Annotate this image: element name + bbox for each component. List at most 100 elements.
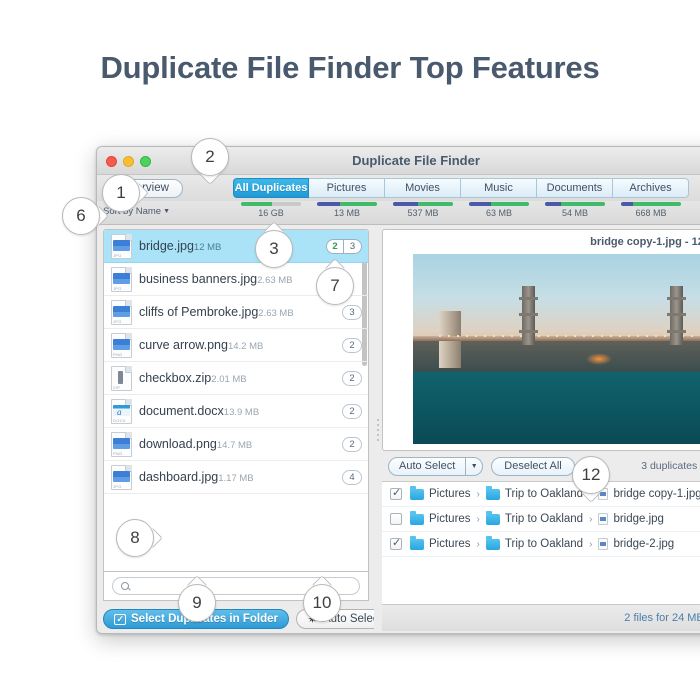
breadcrumb-separator-icon: › [476, 488, 480, 500]
file-meta: download.png14.7 MB [139, 435, 342, 453]
duplicate-count-badge[interactable]: 4 [342, 469, 362, 485]
meter-size-label: 63 MB [485, 208, 512, 218]
duplicate-row[interactable]: Pictures › Trip to Oakland › bridge-2.jpg [382, 532, 700, 557]
file-name: checkbox.zip [139, 371, 212, 385]
size-meters-row: Sort by Name ▼ 16 GB 13 MB 537 MB 63 MB 54 MB… [97, 201, 700, 225]
tab-music[interactable]: Music [461, 178, 537, 198]
duplicate-count-badge[interactable]: 3 [342, 304, 362, 320]
file-list-row[interactable]: PNG download.png14.7 MB 2 [104, 428, 368, 461]
duplicate-count-badge[interactable]: 2 [342, 337, 362, 353]
size-meter-movies: 537 MB [385, 202, 461, 218]
badge-total-count: 3 [349, 240, 356, 252]
folder-icon [410, 510, 424, 525]
breadcrumb-folder-1: Pictures [429, 513, 471, 525]
meter-segment-green [339, 202, 377, 206]
search-icon [121, 581, 130, 591]
file-size: 1.17 MB [218, 473, 254, 484]
file-name: curve arrow.png [139, 338, 228, 352]
tab-documents[interactable]: Documents [537, 178, 613, 198]
category-tabs: All Duplicates Pictures Movies Music Documen… [233, 178, 689, 198]
file-list-row[interactable]: ZIP checkbox.zip2.01 MB 2 [104, 362, 368, 395]
file-name: business banners.jpg [139, 272, 258, 286]
file-meta: dashboard.jpg1.17 MB [139, 468, 342, 486]
duplicate-file-name: bridge.jpg [613, 513, 664, 525]
deselect-all-button[interactable]: Deselect All [491, 456, 575, 476]
meter-size-label: 13 MB [333, 208, 360, 218]
duplicate-checkbox[interactable] [390, 536, 402, 550]
meter-bar [393, 202, 453, 206]
tab-archives[interactable]: Archives [613, 178, 689, 198]
image-file-icon: PNG [111, 332, 132, 358]
splitter-grip-icon [377, 419, 379, 441]
duplicate-count-badge[interactable]: 2 [342, 436, 362, 452]
file-size: 2.63 MB [257, 275, 293, 286]
image-file-icon: JPG [111, 266, 132, 292]
size-meter-pictures: 13 MB [309, 202, 385, 218]
meter-segment-green [560, 202, 605, 206]
tab-all-duplicates[interactable]: All Duplicates [233, 178, 309, 198]
file-list-row[interactable]: PNG curve arrow.png14.2 MB 2 [104, 329, 368, 362]
meter-segment-blue [469, 202, 491, 206]
duplicate-checkbox[interactable] [390, 486, 402, 500]
meter-segment-blue [317, 202, 340, 206]
folder-icon [410, 485, 424, 500]
callout-number: 6 [76, 206, 86, 225]
status-text: 2 files for 24 MB sele [624, 612, 700, 624]
image-file-icon [598, 513, 609, 525]
duplicate-row[interactable]: Pictures›Trip to Oakland›bridge copy-1.j… [382, 482, 700, 507]
duplicate-count-badge[interactable]: 2 [342, 370, 362, 386]
duplicates-count-label: 3 duplicates for 36 [641, 460, 700, 472]
duplicate-count-badge[interactable]: 23 [326, 238, 362, 254]
window-body: JPG bridge.jpg12 MB 2 3 JPG business banners.… [97, 225, 700, 633]
tab-pictures[interactable]: Pictures [309, 178, 385, 198]
size-meter-all-duplicates: 16 GB [233, 202, 309, 218]
image-file-icon: JPG [111, 299, 132, 325]
folder-icon [410, 535, 424, 550]
image-file-icon: JPG [111, 464, 132, 490]
image-file-icon [598, 538, 609, 550]
meter-size-label: 668 MB [635, 208, 667, 218]
duplicate-count-badge[interactable]: 2 [342, 403, 362, 419]
size-meter-archives: 668 MB [613, 202, 689, 218]
breadcrumb-separator-icon: › [589, 513, 593, 525]
size-meter-documents: 54 MB [537, 202, 613, 218]
app-window: Duplicate File Finder Overview All Dupli… [96, 146, 700, 634]
meter-size-label: 54 MB [561, 208, 588, 218]
image-file-icon: PNG [111, 431, 132, 457]
callout-number: 2 [205, 147, 215, 166]
meter-bar [545, 202, 605, 206]
pane-splitter[interactable] [374, 225, 382, 633]
callout-number: 3 [269, 239, 279, 258]
duplicate-row[interactable]: Pictures › Trip to Oakland › bridge.jpg [382, 507, 700, 532]
callout-marker-7: 7 [316, 258, 354, 305]
file-size: 14.7 MB [216, 440, 253, 451]
breadcrumb-folder-2: Trip to Oakland [504, 538, 584, 550]
file-list-row[interactable]: DOCXdocument.docx13.9 MB2 [104, 395, 368, 428]
callout-marker-10: 10 [303, 575, 341, 622]
file-list-row[interactable]: JPG dashboard.jpg1.17 MB 4 [104, 461, 368, 494]
file-name: dashboard.jpg [139, 470, 219, 484]
auto-select-dropdown-button[interactable]: Auto Select ▼ [388, 456, 484, 476]
callout-marker-3: 3 [255, 221, 293, 268]
file-name: document.docx [139, 404, 224, 418]
file-name: bridge.jpg [139, 239, 194, 253]
document-file-icon: DOCX [111, 398, 132, 424]
meter-segment-green [490, 202, 529, 206]
duplicates-list[interactable]: Pictures › Trip to Oakland › bridge copy-1.j… [382, 481, 700, 605]
toolbar: Overview All Duplicates Pictures Movies Mus… [97, 175, 700, 201]
auto-select-label: Auto Select [399, 460, 456, 472]
callout-number: 7 [330, 276, 340, 295]
image-file-icon: JPG [111, 233, 132, 259]
size-meters: 16 GB 13 MB 537 MB 63 MB 54 MB 668 MB [233, 202, 689, 218]
duplicate-file-name: bridge-2.jpg [613, 538, 675, 550]
file-list-row[interactable]: JPG bridge.jpg12 MB 2 3 [104, 230, 368, 263]
file-meta: cliffs of Pembroke.jpg2.63 MB [139, 303, 342, 321]
tab-movies[interactable]: Movies [385, 178, 461, 198]
chevron-down-icon[interactable]: ▼ [465, 457, 482, 475]
callout-number: 1 [116, 183, 126, 202]
duplicates-toolbar: Auto Select ▼ Deselect All 3 duplicates … [382, 451, 700, 481]
callout-marker-6: 6 [62, 197, 109, 235]
meter-segment-green [418, 202, 453, 206]
duplicate-checkbox[interactable] [390, 513, 402, 525]
meter-segment-green [633, 202, 681, 206]
